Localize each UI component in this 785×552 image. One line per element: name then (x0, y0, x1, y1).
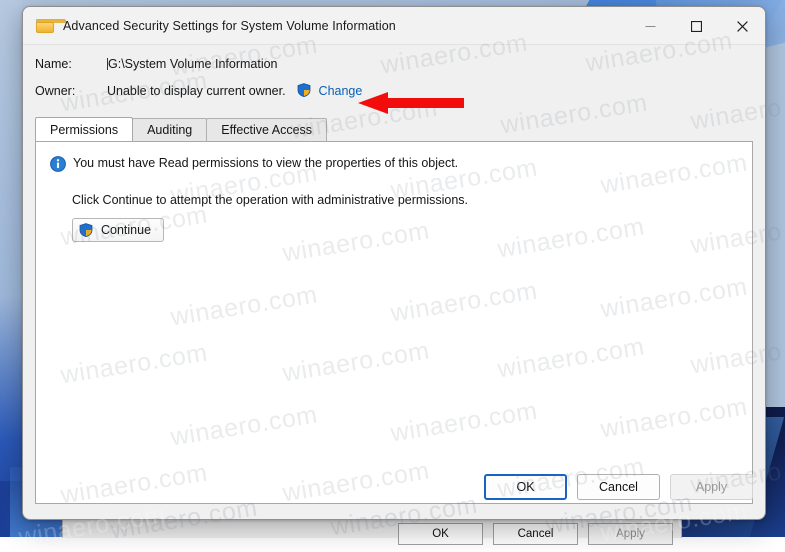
continue-instruction: Click Continue to attempt the operation … (72, 193, 469, 207)
folder-icon (36, 18, 66, 33)
tab-auditing[interactable]: Auditing (132, 118, 208, 141)
permissions-panel: You must have Read permissions to view t… (35, 141, 753, 504)
wallpaper-left-edge (0, 0, 22, 537)
apply-button: Apply (670, 474, 753, 500)
name-row: Name: G:\System Volume Information (23, 57, 765, 83)
tab-strip: Permissions Auditing Effective Access (35, 117, 765, 141)
owner-value-wrap: Unable to display current owner. Change (107, 83, 362, 98)
uac-shield-icon (297, 83, 311, 97)
object-header-info: Name: G:\System Volume Information Owner… (23, 45, 765, 117)
owner-label: Owner: (35, 84, 76, 98)
info-icon (50, 156, 66, 172)
close-icon[interactable] (719, 7, 765, 45)
tab-permissions[interactable]: Permissions (35, 117, 134, 141)
caption-button-group (627, 7, 765, 45)
change-owner-link[interactable]: Change (319, 84, 363, 98)
background-cancel-button[interactable]: Cancel (493, 523, 578, 545)
name-value: G:\System Volume Information (108, 57, 278, 71)
notice-text: You must have Read permissions to view t… (73, 156, 459, 170)
read-permission-notice: You must have Read permissions to view t… (50, 156, 736, 172)
maximize-icon[interactable] (673, 7, 719, 45)
title-bar[interactable]: Advanced Security Settings for System Vo… (23, 7, 765, 45)
advanced-security-settings-dialog: Advanced Security Settings for System Vo… (22, 6, 766, 520)
window-title: Advanced Security Settings for System Vo… (63, 18, 396, 33)
name-label: Name: (35, 57, 72, 71)
dialog-footer: OK Cancel Apply (23, 455, 765, 519)
panel-content: You must have Read permissions to view t… (36, 142, 752, 242)
continue-button[interactable]: Continue (72, 218, 165, 242)
continue-button-label: Continue (101, 223, 152, 237)
owner-value: Unable to display current owner. (107, 84, 286, 98)
minimize-icon[interactable] (627, 7, 673, 45)
background-ok-button[interactable]: OK (398, 523, 483, 545)
tab-effective-access[interactable]: Effective Access (206, 118, 328, 141)
ok-button[interactable]: OK (484, 474, 567, 500)
uac-shield-icon (79, 223, 93, 237)
name-value-wrap: G:\System Volume Information (107, 57, 278, 71)
cancel-button[interactable]: Cancel (577, 474, 660, 500)
owner-row: Owner: Unable to display current owner. … (23, 83, 765, 109)
background-apply-button: Apply (588, 523, 673, 545)
